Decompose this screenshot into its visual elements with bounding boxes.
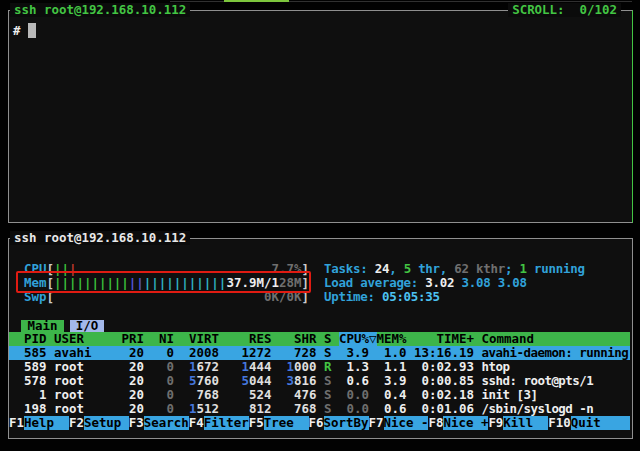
fkey-f6[interactable]: F6 — [309, 416, 324, 430]
pane-htop[interactable]: ssh root@192.168.10.112 CPU[|||7.7%]Task… — [8, 238, 633, 439]
fkey-f5[interactable]: F5 — [249, 416, 264, 430]
fkey-f9[interactable]: F9 — [488, 416, 503, 430]
header-cpu[interactable]: CPU% — [339, 332, 369, 346]
fkey-quit-button[interactable]: Quit — [571, 416, 601, 430]
process-row-selected[interactable]: 585avahi20020081272728S3.91.013:16.19ava… — [9, 346, 630, 360]
terminal-cursor — [28, 23, 37, 38]
fkey-tree-button[interactable]: Tree — [264, 416, 309, 430]
fkey-f3[interactable]: F3 — [129, 416, 144, 430]
fkey-nice-plus-button[interactable]: Nice + — [443, 416, 488, 430]
fkey-bar-filler — [601, 416, 630, 430]
pane-shell[interactable]: ssh root@192.168.10.112 SCROLL: 0/102 # — [8, 10, 633, 223]
tab-main[interactable]: Main — [21, 320, 64, 332]
pane-shell-title: ssh root@192.168.10.112 — [10, 3, 190, 17]
fkey-f2[interactable]: F2 — [69, 416, 84, 430]
fkey-f1[interactable]: F1 — [9, 416, 24, 430]
fkey-help-button[interactable]: Help — [24, 416, 69, 430]
sort-arrow-icon: ▽ — [369, 332, 377, 346]
fkey-nice-minus-button[interactable]: Nice - — [384, 416, 429, 430]
fkey-f4[interactable]: F4 — [189, 416, 204, 430]
terminal-screen: ssh root@192.168.10.112 SCROLL: 0/102 # … — [0, 0, 640, 451]
process-row[interactable]: 198root2001512812768S0.00.60:01.06/sbin/… — [9, 402, 630, 416]
header-user[interactable]: USER — [54, 332, 84, 346]
tab-io[interactable]: I/O — [70, 320, 104, 332]
fkey-f8[interactable]: F8 — [428, 416, 443, 430]
fkey-filter-button[interactable]: Filter — [204, 416, 249, 430]
header-time[interactable]: TIME+ — [407, 332, 475, 346]
shell-prompt: # — [13, 23, 28, 38]
mem-highlight-annotation — [16, 271, 311, 293]
header-virt[interactable]: VIRT — [182, 332, 220, 346]
header-command[interactable]: Command — [482, 332, 534, 346]
fkey-f10[interactable]: F10 — [548, 416, 570, 430]
table-header-row: PID USER PRINI VIRT RES SHR S CPU%▽MEM%TIME+ Com… — [9, 332, 630, 346]
fkey-setup-button[interactable]: Setup — [84, 416, 129, 430]
video-artifact-green-line — [224, 0, 289, 2]
header-pid[interactable]: PID — [9, 332, 47, 346]
fkey-sortby-button[interactable]: SortBy — [324, 416, 369, 430]
header-mem[interactable]: MEM% — [377, 332, 407, 346]
scroll-indicator: SCROLL: 0/102 — [508, 3, 621, 17]
shell-prompt-line[interactable]: # — [13, 23, 36, 38]
header-state[interactable]: S — [324, 332, 332, 346]
load-label: Load average: — [324, 276, 425, 290]
pane-htop-title: ssh root@192.168.10.112 — [10, 231, 190, 245]
fkey-search-button[interactable]: Search — [144, 416, 189, 430]
process-row[interactable]: 589root200167214441000R1.31.10:02.93htop — [9, 360, 630, 374]
header-ni[interactable]: NI — [144, 332, 174, 346]
fkey-f7[interactable]: F7 — [369, 416, 384, 430]
header-shr[interactable]: SHR — [279, 332, 317, 346]
htop-tabs: Main I/O — [9, 318, 630, 332]
process-row[interactable]: 578root200576050443816S0.63.90:00.85sshd… — [9, 374, 630, 388]
header-pri[interactable]: PRI — [114, 332, 144, 346]
fkey-kill-button[interactable]: Kill — [503, 416, 548, 430]
function-key-bar: F1Help F2Setup F3SearchF4FilterF5Tree F6… — [9, 416, 630, 430]
process-row[interactable]: 1root200768524476S0.00.40:02.18init [3] — [9, 388, 630, 402]
header-res[interactable]: RES — [234, 332, 272, 346]
uptime-label: Uptime: — [324, 290, 382, 304]
tasks-label: Tasks: — [324, 262, 375, 276]
